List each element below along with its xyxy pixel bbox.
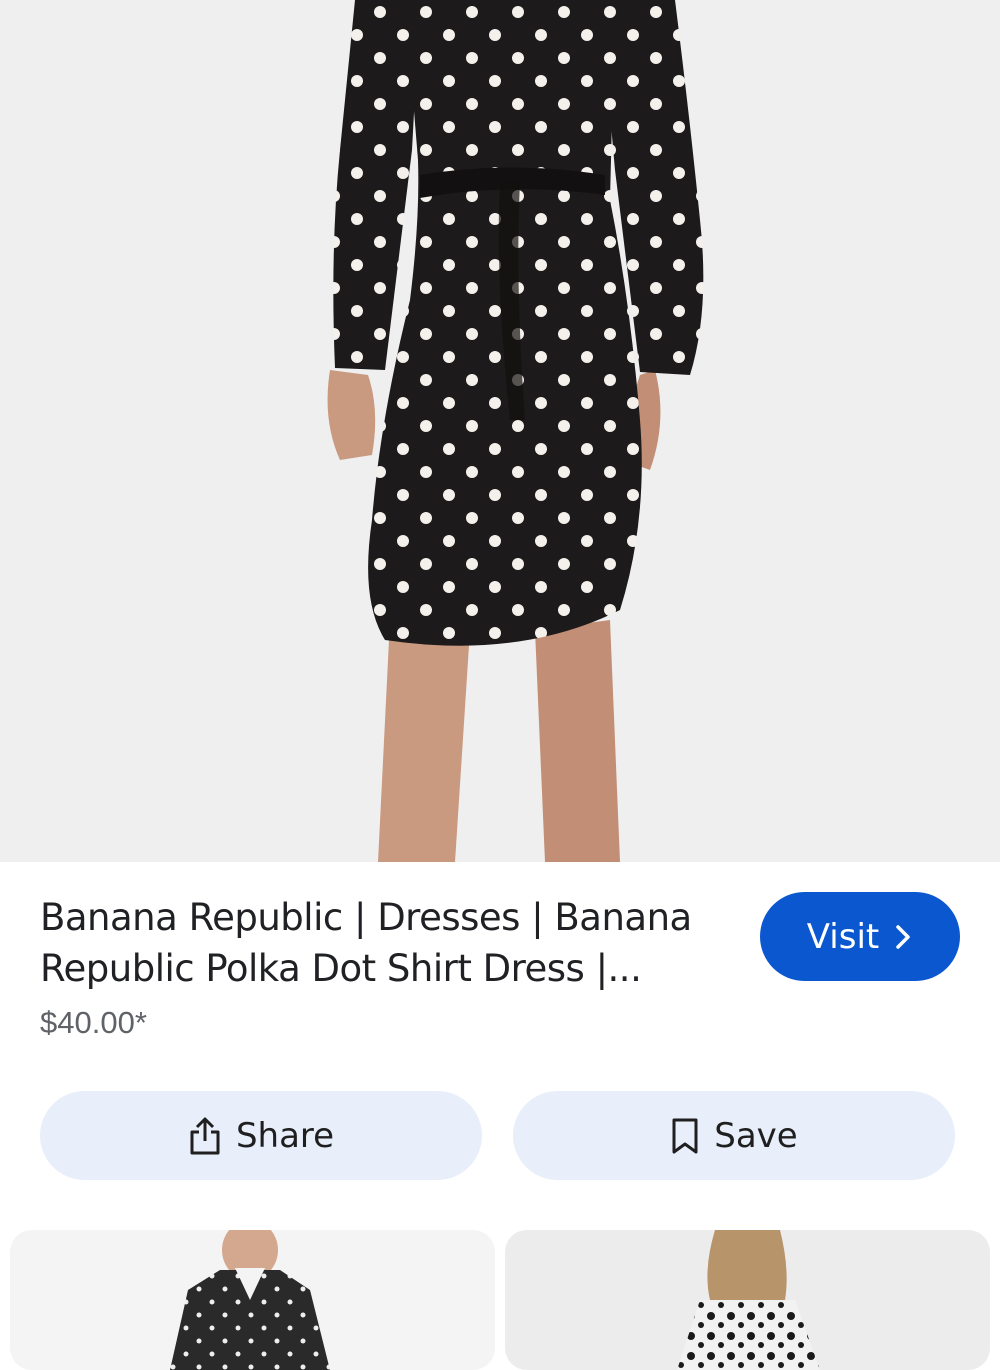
share-button-label: Share (235, 1115, 335, 1156)
visit-button[interactable]: Visit (760, 892, 960, 981)
related-product-card[interactable] (10, 1230, 495, 1370)
product-details-panel: Banana Republic | Dresses | Banana Repub… (0, 862, 1000, 1370)
product-price: $40.00* (40, 1005, 147, 1040)
share-icon (188, 1116, 222, 1156)
save-button[interactable]: Save (513, 1091, 955, 1180)
product-title[interactable]: Banana Republic | Dresses | Banana Repub… (40, 892, 720, 994)
polka-dot-dress-photo (0, 0, 1000, 862)
visit-button-label: Visit (806, 916, 880, 957)
related-product-card[interactable] (505, 1230, 990, 1370)
save-button-label: Save (714, 1115, 798, 1156)
related-product-image (170, 1230, 330, 1370)
chevron-right-icon (893, 924, 913, 950)
related-product-image (677, 1230, 820, 1370)
bookmark-icon (670, 1117, 700, 1155)
share-button[interactable]: Share (40, 1091, 482, 1180)
product-image[interactable] (0, 0, 1000, 862)
